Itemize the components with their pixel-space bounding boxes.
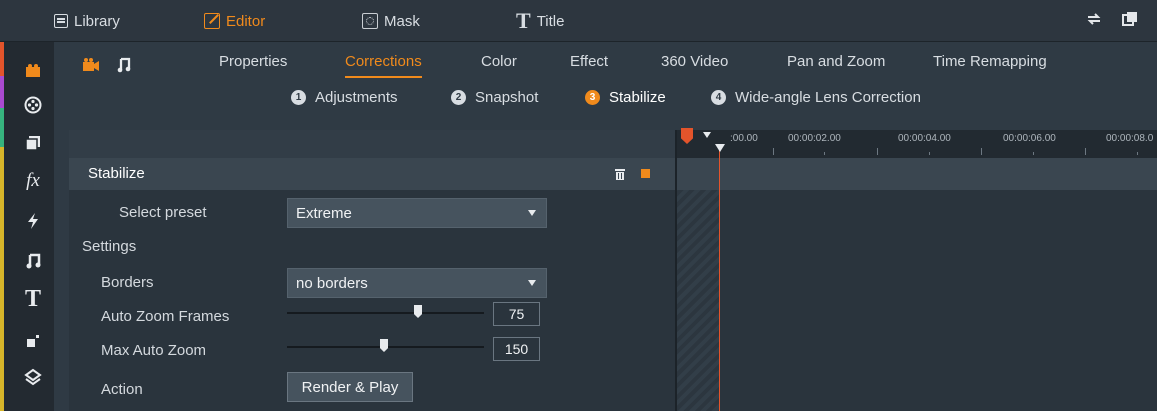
slider-track — [287, 312, 484, 314]
library-icon — [54, 14, 68, 28]
playhead-line[interactable] — [719, 150, 720, 411]
render-and-play-button[interactable]: Render & Play — [287, 372, 413, 402]
ruler-tick — [877, 148, 878, 155]
timeline-ruler[interactable]: :00.00 00:00:02.00 00:00:04.00 00:00:06.… — [676, 130, 1157, 158]
chevron-down-icon[interactable] — [703, 132, 711, 138]
settings-label: Settings — [82, 238, 137, 255]
chevron-down-icon — [528, 210, 536, 216]
ruler-tick — [824, 152, 825, 155]
max-auto-zoom-slider[interactable] — [287, 337, 484, 357]
trash-icon[interactable] — [615, 167, 625, 180]
library-stack-icon[interactable] — [22, 132, 44, 154]
stabilize-keyframe-track[interactable] — [676, 158, 1157, 190]
chevron-down-icon — [528, 280, 536, 286]
edit-icon — [204, 13, 220, 29]
preset-value: Extreme — [296, 204, 352, 222]
title-icon[interactable]: T — [22, 286, 44, 312]
tick-label: 00:00:08.0 — [1106, 133, 1154, 144]
title-label: Title — [536, 12, 565, 30]
slider-thumb[interactable] — [414, 305, 422, 318]
tab-properties[interactable]: Properties — [219, 53, 287, 70]
action-label: Action — [101, 381, 143, 398]
ruler-tick — [929, 152, 930, 155]
ruler-tick — [1085, 148, 1086, 155]
tab-time-remapping[interactable]: Time Remapping — [933, 53, 1047, 70]
transition-icon[interactable] — [22, 330, 44, 352]
select-preset-label: Select preset — [119, 204, 207, 221]
fx-icon[interactable]: fx — [22, 170, 44, 192]
enabled-indicator[interactable] — [641, 169, 650, 178]
library-label: Library — [74, 12, 120, 30]
panel-divider[interactable] — [675, 130, 677, 411]
auto-zoom-frames-input[interactable]: 75 — [493, 302, 540, 326]
subtab-wide-angle-lens-correction[interactable]: 4 Wide-angle Lens Correction — [711, 89, 921, 106]
mask-tab[interactable]: Mask — [362, 0, 420, 42]
category-color-strip — [0, 42, 4, 411]
video-icon[interactable] — [22, 60, 44, 82]
auto-zoom-frames-label: Auto Zoom Frames — [101, 308, 230, 325]
subtab-stabilize[interactable]: 3 Stabilize — [585, 89, 666, 106]
step-number-badge: 3 — [585, 90, 600, 105]
ruler-tick — [773, 148, 774, 155]
ruler-tick — [981, 148, 982, 155]
step-number-badge: 1 — [291, 90, 306, 105]
title-tab[interactable]: T Title — [516, 0, 564, 42]
borders-label: Borders — [101, 274, 154, 291]
step-number-badge: 2 — [451, 90, 466, 105]
auto-zoom-frames-slider[interactable] — [287, 303, 484, 323]
tick-label: :00.00 — [730, 133, 758, 144]
film-reel-icon[interactable] — [22, 94, 44, 116]
step-number-badge: 4 — [711, 90, 726, 105]
music-icon[interactable] — [22, 250, 44, 272]
tab-pan-and-zoom[interactable]: Pan and Zoom — [787, 53, 885, 70]
editor-label: Editor — [226, 12, 266, 30]
subtab-label: Wide-angle Lens Correction — [735, 89, 921, 106]
subtab-adjustments[interactable]: 1 Adjustments — [291, 89, 398, 106]
max-auto-zoom-label: Max Auto Zoom — [101, 342, 207, 359]
tab-effect[interactable]: Effect — [570, 53, 608, 70]
ruler-tick — [1033, 152, 1034, 155]
popout-icon[interactable] — [1121, 10, 1139, 33]
borders-value: no borders — [296, 274, 368, 292]
subtab-label: Snapshot — [475, 89, 539, 106]
editor-tab[interactable]: Editor — [204, 0, 265, 42]
mask-icon — [362, 13, 378, 29]
tick-label: 00:00:04.00 — [898, 133, 951, 144]
tab-360-video[interactable]: 360 Video — [661, 53, 728, 70]
mask-label: Mask — [384, 12, 420, 30]
subtab-label: Stabilize — [609, 89, 666, 106]
panel-header-bar — [69, 130, 676, 158]
ruler-tick — [1137, 152, 1138, 155]
tick-label: 00:00:06.00 — [1003, 133, 1056, 144]
layers-icon[interactable] — [22, 366, 44, 388]
property-tabs: Properties Corrections Color Effect 360 … — [54, 42, 1157, 82]
tab-corrections[interactable]: Corrections — [345, 53, 422, 78]
preset-dropdown[interactable]: Extreme — [287, 198, 547, 228]
library-tab[interactable]: Library — [54, 0, 120, 42]
tick-label: 00:00:02.00 — [788, 133, 841, 144]
correction-subtabs: 1 Adjustments 2 Snapshot 3 Stabilize 4 W… — [54, 82, 1157, 114]
borders-dropdown[interactable]: no borders — [287, 268, 547, 298]
section-title: Stabilize — [88, 165, 145, 182]
max-auto-zoom-input[interactable]: 150 — [493, 337, 540, 361]
slider-thumb[interactable] — [380, 339, 388, 352]
subtab-snapshot[interactable]: 2 Snapshot — [451, 89, 538, 106]
swap-icon[interactable] — [1085, 10, 1103, 33]
top-navigation: Library Editor Mask T Title — [0, 0, 1157, 42]
tab-color[interactable]: Color — [481, 53, 517, 70]
lightning-icon[interactable] — [22, 210, 44, 232]
title-icon: T — [516, 8, 531, 33]
timeline-out-of-range-area — [676, 158, 719, 411]
stabilize-section-header[interactable]: Stabilize — [69, 158, 676, 190]
subtab-label: Adjustments — [315, 89, 398, 106]
